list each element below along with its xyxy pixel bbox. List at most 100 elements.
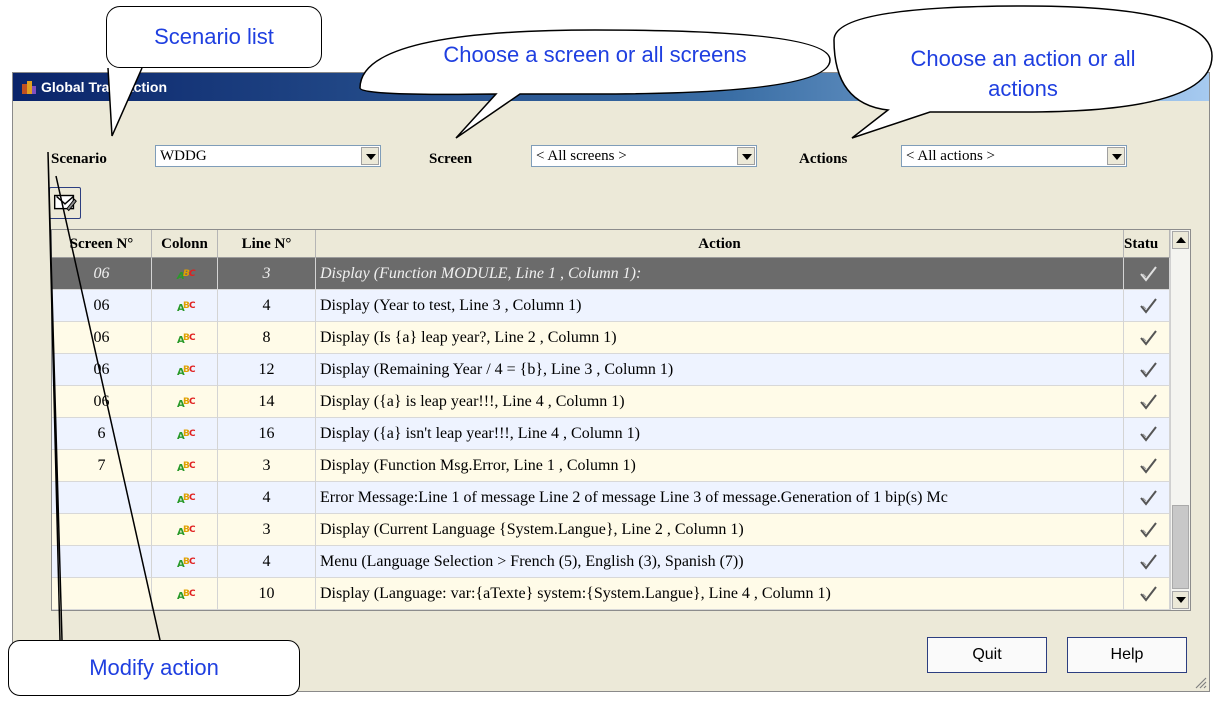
scroll-up-button[interactable] (1172, 231, 1189, 249)
callout-choose-action-line1: Choose an action or all (910, 46, 1136, 71)
table-row[interactable]: 6 A B C 16 Display ({a} isn't leap year!!!, L… (52, 418, 1170, 450)
cell-line[interactable]: 14 (218, 386, 316, 418)
cell-line[interactable]: 4 (218, 290, 316, 322)
cell-line[interactable]: 3 (218, 258, 316, 290)
table-row[interactable]: 06 A B C 12 Display (Remaining Year / 4 = {b}… (52, 354, 1170, 386)
checkmark-icon (1140, 458, 1157, 474)
header-action[interactable]: Action (316, 230, 1124, 258)
table-row[interactable]: A B C 4 Error Message:Line 1 of message Line… (52, 482, 1170, 514)
header-column[interactable]: Colonn (152, 230, 218, 258)
cell-action[interactable]: Error Message:Line 1 of message Line 2 o… (316, 482, 1124, 514)
table-row[interactable]: A B C 10 Display (Language: var:{aTexte} sys… (52, 578, 1170, 610)
help-button[interactable]: Help (1067, 637, 1187, 673)
svg-text:C: C (189, 493, 196, 503)
cell-line[interactable]: 3 (218, 450, 316, 482)
cell-column[interactable]: ABC (152, 258, 218, 290)
checkmark-icon (1140, 330, 1157, 346)
cell-line[interactable]: 4 (218, 546, 316, 578)
cell-action[interactable]: Display (Function MODULE, Line 1 , Colum… (316, 258, 1124, 290)
table-row[interactable]: 7 A B C 3 Display (Function Msg.Error, Line 1… (52, 450, 1170, 482)
table-row[interactable]: 06 A B C 14 Display ({a} is leap year!!!, Lin… (52, 386, 1170, 418)
cell-status[interactable] (1124, 578, 1170, 610)
cell-screen[interactable]: 06 (52, 354, 152, 386)
cell-status[interactable] (1124, 482, 1170, 514)
cell-column[interactable]: ABC (152, 354, 218, 386)
cell-status[interactable] (1124, 450, 1170, 482)
cell-status[interactable] (1124, 354, 1170, 386)
chevron-down-icon[interactable] (1107, 147, 1125, 165)
table-row[interactable]: 06 A B C 8 Display (Is {a} leap year?, Line 2… (52, 322, 1170, 354)
cell-column[interactable]: ABC (152, 514, 218, 546)
cell-screen[interactable]: 7 (52, 450, 152, 482)
svg-text:C: C (189, 525, 196, 535)
cell-line[interactable]: 12 (218, 354, 316, 386)
callout-choose-action-line2: actions (988, 76, 1058, 101)
callout-scenario-list-text: Scenario list (154, 24, 274, 49)
resize-grip-icon[interactable] (1193, 675, 1207, 689)
cell-line[interactable]: 4 (218, 482, 316, 514)
cell-status[interactable] (1124, 386, 1170, 418)
cell-line[interactable]: 3 (218, 514, 316, 546)
header-line[interactable]: Line N° (218, 230, 316, 258)
svg-text:C: C (189, 461, 196, 471)
cell-line[interactable]: 16 (218, 418, 316, 450)
cell-column[interactable]: ABC (152, 546, 218, 578)
chevron-down-icon[interactable] (737, 147, 755, 165)
cell-screen[interactable] (52, 482, 152, 514)
svg-text:C: C (189, 557, 196, 567)
cell-status[interactable] (1124, 546, 1170, 578)
cell-status[interactable] (1124, 290, 1170, 322)
modify-action-button[interactable] (49, 187, 81, 219)
table-row[interactable]: A B C 4 Menu (Language Selection > French (5… (52, 546, 1170, 578)
cell-action[interactable]: Display (Year to test, Line 3 , Column 1… (316, 290, 1124, 322)
cell-status[interactable] (1124, 418, 1170, 450)
cell-screen[interactable]: 06 (52, 290, 152, 322)
cell-screen[interactable]: 6 (52, 418, 152, 450)
svg-text:C: C (189, 429, 196, 439)
cell-action[interactable]: Display (Remaining Year / 4 = {b}, Line … (316, 354, 1124, 386)
vertical-scrollbar[interactable] (1170, 230, 1190, 610)
header-status[interactable]: Statu (1124, 230, 1170, 258)
cell-action[interactable]: Display (Current Language {System.Langue… (316, 514, 1124, 546)
cell-line[interactable]: 8 (218, 322, 316, 354)
cell-screen[interactable]: 06 (52, 386, 152, 418)
scenario-label: Scenario (51, 151, 107, 167)
cell-column[interactable]: ABC (152, 482, 218, 514)
table-row[interactable]: A B C 3 Display (Current Language {System.La… (52, 514, 1170, 546)
actions-select[interactable]: < All actions > (901, 145, 1127, 167)
cell-column[interactable]: ABC (152, 450, 218, 482)
cell-status[interactable] (1124, 258, 1170, 290)
cell-status[interactable] (1124, 514, 1170, 546)
cell-action[interactable]: Display ({a} is leap year!!!, Line 4 , C… (316, 386, 1124, 418)
actions-grid[interactable]: Screen N° Colonn Line N° Action Statu 06… (51, 229, 1191, 611)
scenario-value: WDDG (160, 148, 207, 164)
callout-choose-action: Choose an action or all actions (840, 44, 1206, 104)
chevron-down-icon[interactable] (361, 147, 379, 165)
quit-button[interactable]: Quit (927, 637, 1047, 673)
cell-column[interactable]: ABC (152, 386, 218, 418)
cell-action[interactable]: Display ({a} isn't leap year!!!, Line 4 … (316, 418, 1124, 450)
cell-action[interactable]: Menu (Language Selection > French (5), E… (316, 546, 1124, 578)
cell-column[interactable]: ABC (152, 290, 218, 322)
cell-action[interactable]: Display (Language: var:{aTexte} system:{… (316, 578, 1124, 610)
cell-action[interactable]: Display (Function Msg.Error, Line 1 , Co… (316, 450, 1124, 482)
cell-column[interactable]: ABC (152, 578, 218, 610)
table-row[interactable]: 06 A B C 3 Display (Function MODULE, Line 1 ,… (52, 258, 1170, 290)
header-screen[interactable]: Screen N° (52, 230, 152, 258)
cell-screen[interactable] (52, 514, 152, 546)
cell-column[interactable]: ABC (152, 418, 218, 450)
cell-screen[interactable] (52, 546, 152, 578)
cell-screen[interactable] (52, 578, 152, 610)
screen-select[interactable]: < All screens > (531, 145, 757, 167)
cell-column[interactable]: ABC (152, 322, 218, 354)
cell-status[interactable] (1124, 322, 1170, 354)
scroll-thumb[interactable] (1172, 505, 1189, 589)
scroll-down-button[interactable] (1172, 591, 1189, 609)
svg-text:C: C (189, 365, 196, 375)
cell-screen[interactable]: 06 (52, 258, 152, 290)
cell-line[interactable]: 10 (218, 578, 316, 610)
cell-action[interactable]: Display (Is {a} leap year?, Line 2 , Col… (316, 322, 1124, 354)
scenario-select[interactable]: WDDG (155, 145, 381, 167)
table-row[interactable]: 06 A B C 4 Display (Year to test, Line 3 , Co… (52, 290, 1170, 322)
cell-screen[interactable]: 06 (52, 322, 152, 354)
